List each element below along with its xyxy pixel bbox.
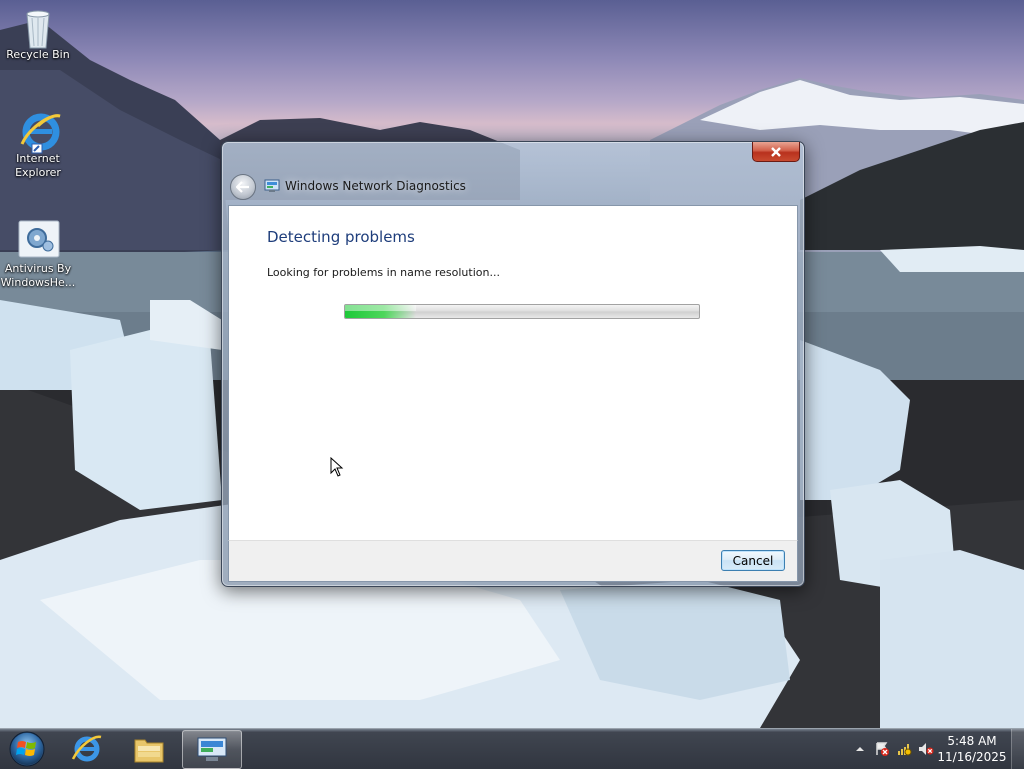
network-diagnostics-icon (264, 179, 280, 192)
network-icon[interactable] (896, 742, 912, 756)
taskbar-windows-explorer[interactable] (120, 730, 178, 767)
page-heading: Detecting problems (267, 228, 415, 246)
dialog-footer: Cancel (228, 540, 798, 582)
system-tray: 5:48 AM 11/16/2025 (834, 729, 1024, 769)
window-title: Windows Network Diagnostics (285, 179, 466, 193)
taskbar-network-diagnostics[interactable] (182, 730, 242, 769)
recycle-bin-icon (18, 6, 58, 49)
back-button[interactable] (230, 174, 256, 200)
desktop-icon-antivirus[interactable]: Antivirus By WindowsHe... (0, 220, 76, 290)
action-center-icon[interactable] (874, 742, 890, 756)
desktop-icon-internet-explorer[interactable]: Internet Explorer (0, 110, 76, 180)
dialog-content: Detecting problems Looking for problems … (228, 205, 798, 542)
network-diagnostics-icon (197, 737, 227, 761)
cancel-button[interactable]: Cancel (721, 550, 785, 571)
internet-explorer-icon (71, 735, 102, 761)
windows-orb-icon (9, 731, 45, 767)
desktop-icon-label: Internet Explorer (15, 152, 61, 179)
show-desktop-button[interactable] (1011, 729, 1024, 769)
network-diagnostics-window: Windows Network Diagnostics Detecting pr… (221, 141, 805, 587)
volume-muted-icon[interactable] (918, 742, 934, 756)
show-hidden-icons-icon[interactable] (852, 742, 868, 756)
progress-bar (344, 304, 700, 319)
title-bar[interactable]: Windows Network Diagnostics (222, 142, 804, 204)
close-icon (771, 146, 781, 157)
clock-date: 11/16/2025 (937, 750, 1007, 764)
taskbar: 5:48 AM 11/16/2025 (0, 728, 1024, 769)
internet-explorer-icon (18, 110, 61, 154)
folder-icon (134, 739, 164, 762)
clock[interactable]: 5:48 AM 11/16/2025 (936, 733, 1008, 765)
close-button[interactable] (752, 142, 800, 162)
taskbar-internet-explorer[interactable] (58, 730, 116, 767)
desktop-icon-label: Antivirus By WindowsHe... (0, 262, 76, 289)
back-arrow-icon (236, 181, 249, 193)
clock-time: 5:48 AM (947, 734, 997, 748)
progress-fill (345, 305, 416, 318)
antivirus-icon (18, 220, 60, 260)
status-text: Looking for problems in name resolution.… (267, 266, 500, 279)
desktop-icon-label: Recycle Bin (6, 48, 70, 61)
desktop-icon-recycle-bin[interactable]: Recycle Bin (0, 6, 76, 62)
start-button[interactable] (6, 729, 48, 769)
mouse-cursor-icon (330, 457, 344, 477)
